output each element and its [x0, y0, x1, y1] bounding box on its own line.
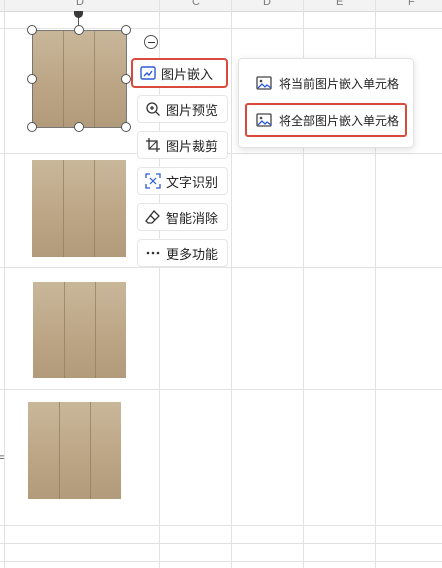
grid-line [0, 267, 442, 268]
plank-seam [90, 402, 91, 499]
collapse-toolbar-button[interactable] [144, 35, 158, 49]
resize-handle-bottom[interactable] [74, 122, 84, 132]
grid-line [4, 0, 5, 568]
resize-handle-top-left[interactable] [27, 25, 37, 35]
grid-line [0, 561, 442, 562]
smart-erase-button[interactable]: 智能消除 [137, 203, 228, 231]
image-preview-label: 图片预览 [166, 102, 219, 118]
column-header-c[interactable]: C [192, 0, 200, 8]
plank-seam [94, 30, 95, 127]
image-embed-button[interactable]: 图片嵌入 [131, 58, 228, 88]
plank-seam [63, 160, 64, 257]
wood-image-3[interactable] [33, 282, 126, 378]
embed-submenu: 将当前图片嵌入单元格 将全部图片嵌入单元格 [238, 58, 414, 148]
text-recognition-label: 文字识别 [166, 174, 219, 190]
grid-line [0, 389, 442, 390]
zoom-in-icon [144, 100, 162, 118]
image-crop-label: 图片裁剪 [166, 138, 219, 154]
plank-seam [95, 282, 96, 378]
image-preview-button[interactable]: 图片预览 [137, 95, 228, 123]
resize-handle-right[interactable] [121, 74, 131, 84]
resize-handle-bottom-left[interactable] [27, 122, 37, 132]
plank-seam [64, 282, 65, 378]
resize-handle-top-right[interactable] [121, 25, 131, 35]
embed-current-image-item[interactable]: 将当前图片嵌入单元格 [247, 68, 405, 98]
grid-line [0, 525, 442, 526]
plank-seam [63, 30, 64, 127]
column-header-d[interactable]: D [76, 0, 84, 8]
eraser-icon [144, 208, 162, 226]
embed-current-image-label: 将当前图片嵌入单元格 [279, 76, 400, 91]
more-functions-button[interactable]: 更多功能 [137, 239, 228, 267]
ocr-scan-icon [144, 172, 162, 190]
crop-icon [144, 136, 162, 154]
column-header-d2[interactable]: D [263, 0, 271, 8]
resize-handle-top[interactable] [74, 25, 84, 35]
plank-seam [59, 402, 60, 499]
grid-line [0, 543, 442, 544]
resize-handle-bottom-right[interactable] [121, 122, 131, 132]
more-functions-label: 更多功能 [166, 246, 219, 262]
image-icon [255, 74, 273, 92]
row-mark: = [0, 452, 5, 464]
more-dots-icon [144, 244, 162, 262]
embed-all-images-item[interactable]: 将全部图片嵌入单元格 [245, 103, 407, 137]
grid-line [0, 28, 442, 29]
resize-handle-left[interactable] [27, 74, 37, 84]
wood-image-1[interactable] [32, 30, 126, 127]
wood-image-2[interactable] [32, 160, 126, 257]
smart-erase-label: 智能消除 [166, 210, 219, 226]
image-embed-label: 图片嵌入 [161, 66, 214, 82]
image-crop-button[interactable]: 图片裁剪 [137, 131, 228, 159]
column-header-f[interactable]: F [408, 0, 415, 8]
image-embed-icon [139, 64, 157, 82]
text-recognition-button[interactable]: 文字识别 [137, 167, 228, 195]
wood-image-4[interactable] [28, 402, 121, 499]
plank-seam [94, 160, 95, 257]
embed-all-images-label: 将全部图片嵌入单元格 [279, 113, 400, 128]
grid-line [231, 0, 232, 568]
column-header-e[interactable]: E [336, 0, 343, 8]
image-icon [255, 111, 273, 129]
